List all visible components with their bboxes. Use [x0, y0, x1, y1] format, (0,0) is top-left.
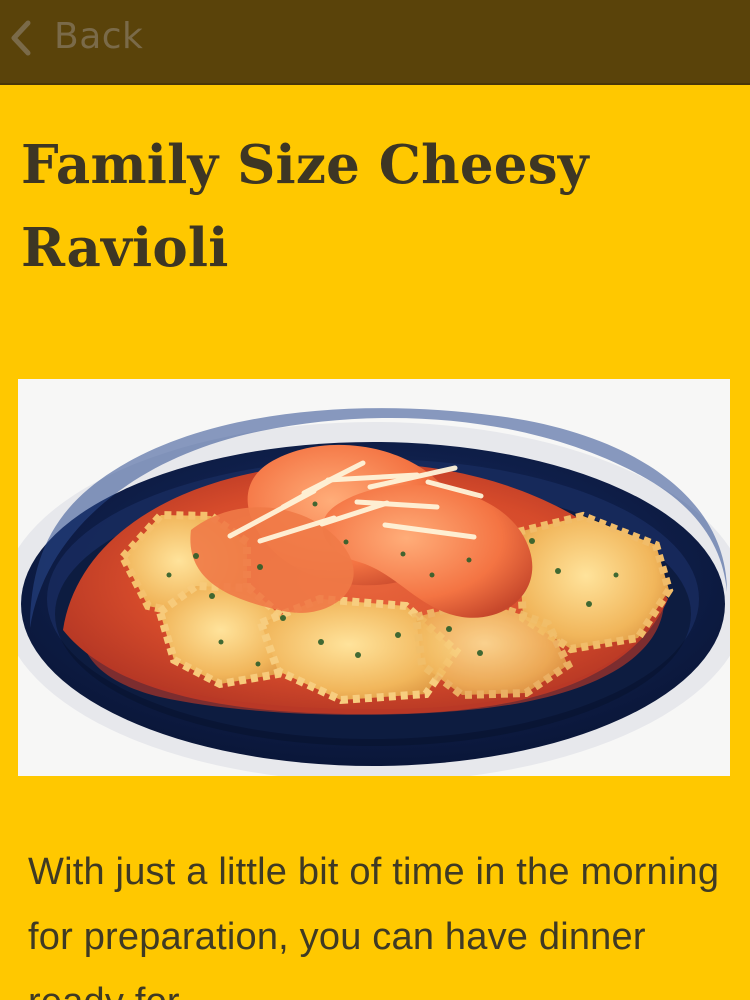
ravioli-bowl-illustration [18, 379, 730, 776]
recipe-screen: Back Family Size Cheesy Ravioli With jus… [0, 0, 750, 1000]
recipe-description: With just a little bit of time in the mo… [28, 851, 720, 1000]
recipe-photo [18, 379, 730, 776]
recipe-title: Family Size Cheesy Ravioli [21, 134, 589, 279]
back-button[interactable]: Back [0, 0, 190, 76]
top-navigation-bar: Back [0, 0, 750, 85]
back-label: Back [54, 16, 144, 57]
chevron-left-icon [11, 20, 31, 56]
